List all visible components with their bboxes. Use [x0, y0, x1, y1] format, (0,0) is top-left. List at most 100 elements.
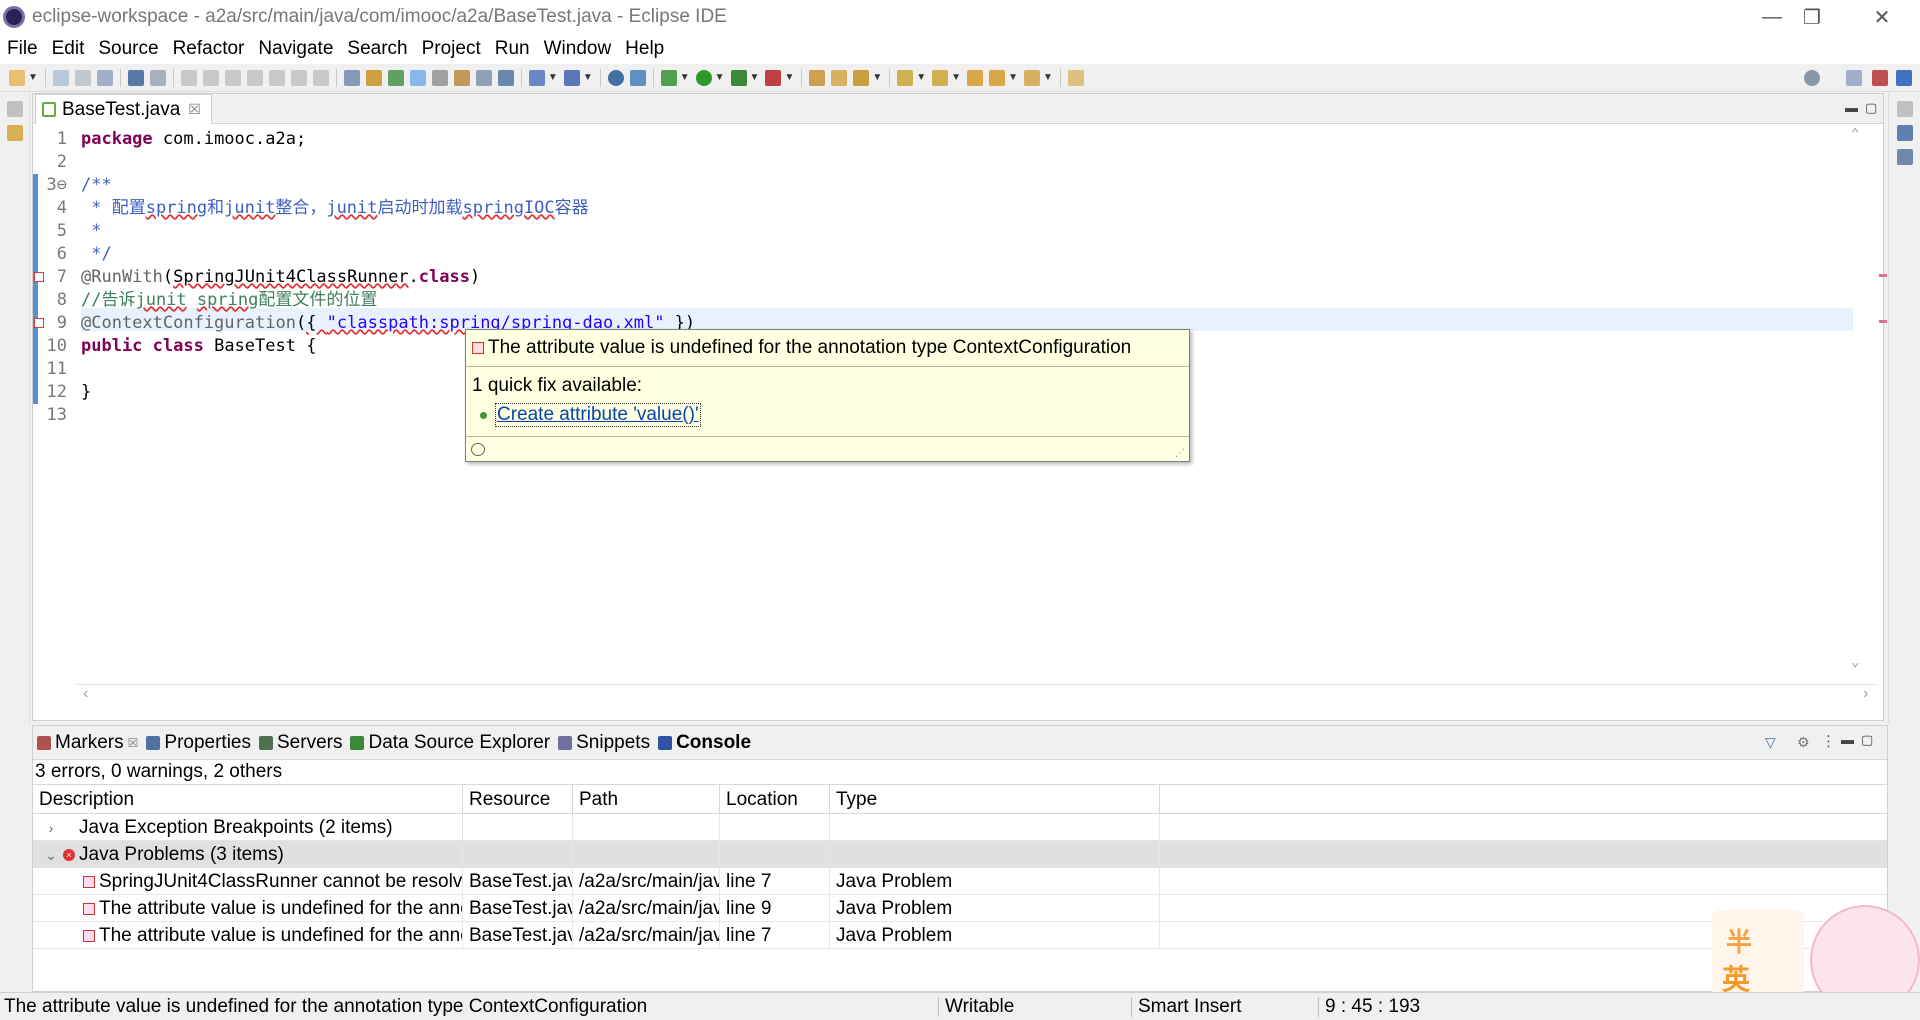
last-edit-icon[interactable] — [967, 69, 984, 86]
server-dropdown-icon[interactable]: ▼ — [548, 72, 558, 83]
step-over-icon[interactable] — [290, 69, 307, 86]
open-type-icon[interactable] — [809, 69, 826, 86]
column-resource[interactable]: Resource — [463, 785, 573, 813]
maximize-view-icon[interactable]: ▢ — [1861, 732, 1873, 748]
open-task-icon[interactable] — [453, 69, 470, 86]
tab-snippets[interactable]: Snippets — [554, 732, 654, 754]
editor-tab-basetest[interactable]: BaseTest.java ☒ — [35, 94, 212, 124]
pen-dropdown-icon[interactable]: ▼ — [872, 72, 882, 83]
highlight-icon[interactable] — [409, 69, 426, 86]
menu-navigate[interactable]: Navigate — [251, 38, 340, 60]
open-perspective-icon[interactable] — [1846, 69, 1862, 86]
terminate-icon[interactable] — [224, 69, 241, 86]
menu-search[interactable]: Search — [340, 38, 414, 60]
java-perspective-icon[interactable] — [1896, 69, 1912, 86]
back-dropdown-icon[interactable]: ▼ — [1008, 72, 1018, 83]
step-into-icon[interactable] — [268, 69, 285, 86]
forward-icon[interactable] — [1023, 69, 1040, 86]
column-description[interactable]: Description — [33, 785, 463, 813]
horizontal-scrollbar[interactable]: ‹ › — [77, 684, 1877, 706]
settings-icon[interactable] — [563, 69, 580, 86]
collapse-icon[interactable]: ⌄ — [39, 842, 63, 867]
tab-console[interactable]: Console — [654, 732, 755, 754]
suspend-icon[interactable] — [202, 69, 219, 86]
table-row[interactable]: SpringJUnit4ClassRunner cannot be resolv… — [33, 868, 1887, 895]
menu-file[interactable]: File — [0, 38, 45, 60]
forward-dropdown-icon[interactable]: ▼ — [1043, 72, 1053, 83]
menu-edit[interactable]: Edit — [45, 38, 92, 60]
expand-icon[interactable]: › — [39, 815, 63, 840]
breadcrumb-icon[interactable] — [387, 69, 404, 86]
code-line[interactable]: public class BaseTest { — [81, 335, 316, 358]
pen-icon[interactable] — [853, 69, 870, 86]
menu-refactor[interactable]: Refactor — [166, 38, 252, 60]
word-wrap-icon[interactable] — [431, 69, 448, 86]
code-line[interactable]: * — [81, 220, 101, 243]
close-button[interactable]: ✕ — [1853, 0, 1911, 34]
globe-icon[interactable] — [607, 69, 624, 86]
overview-error-marker[interactable] — [1879, 320, 1887, 323]
scroll-left-icon[interactable]: ‹ — [83, 685, 88, 703]
debug-step-icon[interactable] — [149, 69, 166, 86]
tab-servers[interactable]: Servers — [255, 732, 346, 754]
package-explorer-icon[interactable] — [6, 125, 23, 141]
vertical-scrollbar[interactable]: ⌃ ⌄ — [1845, 124, 1869, 684]
restore-button[interactable]: ❐ — [1783, 0, 1841, 34]
open-folder-icon[interactable] — [831, 69, 848, 86]
menu-window[interactable]: Window — [537, 38, 619, 60]
view-menu-icon[interactable]: ⋮ — [1821, 732, 1836, 750]
run-dropdown-icon[interactable]: ▼ — [715, 72, 725, 83]
tab-data-source-explorer[interactable]: Data Source Explorer — [346, 732, 554, 754]
toggle-block-icon[interactable] — [343, 69, 360, 86]
skip-breakpoints-icon[interactable] — [96, 69, 113, 86]
scroll-right-icon[interactable]: › — [1863, 685, 1868, 703]
minimize-editor-icon[interactable]: ▬ — [1845, 100, 1858, 115]
step-return-icon[interactable] — [312, 69, 329, 86]
new-icon[interactable] — [9, 69, 25, 86]
menu-source[interactable]: Source — [91, 38, 165, 60]
quick-fix-item[interactable]: Create attribute 'value()' — [466, 397, 1189, 427]
code-line[interactable]: package com.imooc.a2a; — [81, 128, 306, 151]
overview-error-marker[interactable] — [1879, 274, 1887, 277]
error-marker-icon[interactable] — [34, 318, 44, 328]
prev-annotation-icon[interactable] — [932, 69, 949, 86]
paragraph-icon[interactable] — [497, 69, 514, 86]
code-line[interactable]: * 配置spring和junit整合，junit启动时加载springIOC容器 — [81, 197, 588, 220]
close-tab-icon[interactable]: ☒ — [188, 101, 201, 118]
new-server-icon[interactable] — [528, 69, 545, 86]
save-all-icon[interactable] — [74, 69, 91, 86]
coverage-dropdown-icon[interactable]: ▼ — [750, 72, 760, 83]
task-list-icon[interactable] — [1896, 149, 1913, 165]
pin-editor-icon[interactable] — [1067, 69, 1084, 86]
code-line[interactable]: //告诉junit spring配置文件的位置 — [81, 289, 377, 312]
quick-fix-link[interactable]: Create attribute 'value()' — [495, 403, 701, 427]
minimize-view-icon[interactable]: ▬ — [1841, 732, 1854, 747]
group-row-breakpoints[interactable]: › Java Exception Breakpoints (2 items) — [33, 814, 1887, 841]
debug-icon[interactable] — [660, 69, 677, 86]
code-line[interactable]: /** — [81, 174, 112, 197]
disconnect-icon[interactable] — [246, 69, 263, 86]
menu-project[interactable]: Project — [415, 38, 488, 60]
group-row-java-problems[interactable]: ⌄ × Java Problems (3 items) — [33, 841, 1887, 868]
resize-grip-icon[interactable]: ⋰ — [1175, 448, 1185, 459]
coverage-icon[interactable] — [730, 69, 747, 86]
external-tools-dropdown-icon[interactable]: ▼ — [784, 72, 794, 83]
code-line[interactable]: */ — [81, 243, 111, 266]
prev-annotation-dropdown-icon[interactable]: ▼ — [951, 72, 961, 83]
web-browser-icon[interactable] — [629, 69, 646, 86]
new-dropdown-icon[interactable]: ▼ — [28, 72, 38, 83]
restore-view-icon[interactable] — [6, 101, 23, 117]
view-settings-icon[interactable]: ⚙ — [1797, 734, 1810, 751]
back-icon[interactable] — [989, 69, 1006, 86]
close-tab-icon[interactable]: ☒ — [128, 736, 139, 750]
scroll-down-icon[interactable]: ⌄ — [1851, 654, 1859, 670]
code-line[interactable]: } — [81, 381, 91, 404]
tab-markers[interactable]: Markers ☒ — [33, 732, 142, 754]
resume-icon[interactable] — [180, 69, 197, 86]
column-path[interactable]: Path — [573, 785, 720, 813]
save-icon[interactable] — [52, 69, 69, 86]
scroll-up-icon[interactable]: ⌃ — [1851, 126, 1859, 142]
settings-dropdown-icon[interactable]: ▼ — [583, 72, 593, 83]
focus-hover-icon[interactable] — [471, 443, 485, 456]
column-type[interactable]: Type — [830, 785, 1160, 813]
